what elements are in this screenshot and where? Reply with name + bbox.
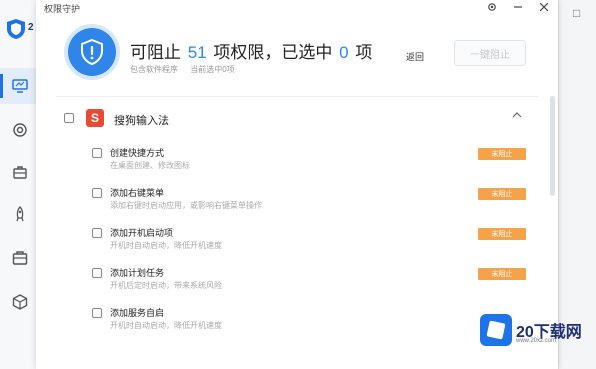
sub-label-selected: 当前选中0项 [190,65,235,74]
watermark-logo-icon [480,314,512,346]
dialog-title: 权限守护 [44,4,81,14]
group-checkbox[interactable] [64,113,74,123]
sogou-app-icon: S [86,109,104,127]
gear-icon [488,3,496,11]
group-name: 搜狗输入法 [114,115,169,127]
nav-item-rocket[interactable] [0,196,40,232]
title-bar: 权限守护 [36,0,558,16]
permission-item[interactable]: 添加右键菜单 添加右键时启动应用，或影响右键菜单操作 未阻止 [92,186,532,222]
maximize-icon[interactable]: □ [573,6,580,20]
nav-item-cube[interactable] [0,284,40,320]
watermark: 20下载网 www.20xz.com [474,312,582,362]
permission-desc: 开机后定时启动，带来系统风险 [110,281,222,290]
close-button[interactable] [536,0,552,14]
permission-title: 添加开机启动项 [110,228,174,238]
permission-item[interactable]: 创建快捷方式 在桌面创建、修改图标 未阻止 [92,146,532,182]
headline-prefix: 可阻止 [130,43,181,62]
status-badge: 未阻止 [478,188,526,200]
one-click-block-button[interactable]: 一键阻止 [454,40,526,66]
minimize-icon [514,6,522,8]
collapse-button[interactable] [512,110,522,121]
scrollbar-thumb[interactable] [550,96,555,196]
monitor-icon [12,79,28,93]
headline: 可阻止 51 项权限，已选中 0 项 [130,38,372,63]
permission-desc: 在桌面创建、修改图标 [110,161,190,170]
selected-count: 0 [339,43,349,62]
permission-item[interactable]: 添加计划任务 开机后定时启动，带来系统风险 未阻止 [92,266,532,302]
permission-title: 添加计划任务 [110,268,165,278]
permission-desc: 开机时自动启动，降低开机速度 [110,241,222,250]
status-badge: 未阻止 [478,148,526,160]
permission-checkbox[interactable] [92,228,102,238]
permission-title: 添加右键菜单 [110,188,165,198]
nav-item-briefcase[interactable] [0,240,40,276]
cube-icon [12,294,28,310]
nav-item-monitor[interactable] [0,68,40,104]
permission-title: 创建快捷方式 [110,148,165,158]
headline-suffix: 项 [355,43,373,62]
target-icon [13,123,27,137]
sub-labels: 包含软件程序 当前选中0项 [130,64,245,75]
permission-desc: 开机时自动启动，降低开机速度 [110,321,222,330]
watermark-url: www.20xz.com [516,338,557,344]
shield-exclamation-icon [81,38,103,66]
permission-checkbox[interactable] [92,188,102,198]
permission-checkbox[interactable] [92,148,102,158]
minimize-button[interactable] [510,0,526,14]
background-right-panel: □ [558,0,596,369]
close-icon [540,3,548,11]
permission-checkbox[interactable] [92,308,102,318]
chevron-up-icon [512,112,522,118]
app-group-header[interactable]: S 搜狗输入法 [64,108,534,130]
background-sidebar: 2 [0,0,40,369]
nav-item-toolbox[interactable] [0,154,40,190]
permission-title: 添加服务自启 [110,308,165,318]
briefcase-icon [12,251,28,265]
back-link[interactable]: 返回 [406,50,424,63]
toolbox-icon [13,166,27,179]
logo-text: 2 [28,22,34,33]
dialog-header: 可阻止 51 项权限，已选中 0 项 包含软件程序 当前选中0项 返回 一键阻止 [36,16,558,96]
status-badge: 未阻止 [478,268,526,280]
permission-checkbox[interactable] [92,268,102,278]
permission-desc: 添加右键时启动应用，或影响右键菜单操作 [110,201,262,210]
permission-item[interactable]: 添加开机启动项 开机时自动启动，降低开机速度 未阻止 [92,226,532,262]
permission-item[interactable]: 添加服务自启 开机时自动启动，降低开机速度 [92,306,532,342]
shield-logo-icon [7,19,25,39]
header-divider [56,96,538,97]
status-badge: 未阻止 [478,228,526,240]
headline-mid: 项权限，已选中 [213,43,333,62]
shield-badge [68,28,116,76]
rocket-icon [16,206,24,222]
blockable-count: 51 [187,43,207,62]
settings-button[interactable] [484,0,500,14]
sub-label-programs: 包含软件程序 [130,65,178,74]
nav-item-target[interactable] [0,112,40,148]
